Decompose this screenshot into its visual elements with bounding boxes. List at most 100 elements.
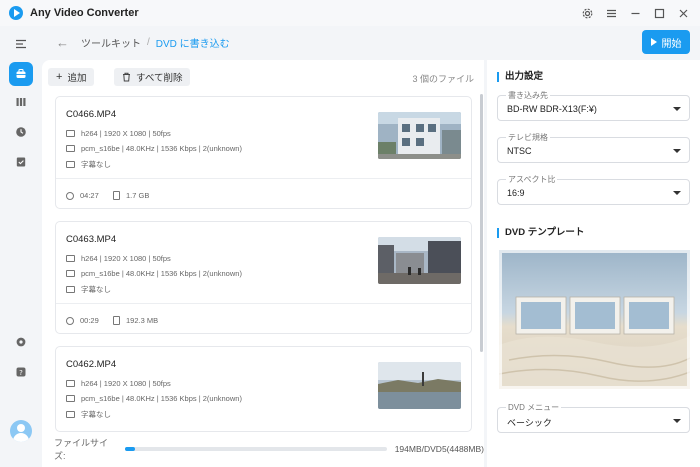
file-size-icon — [113, 191, 120, 200]
title-bar: Any Video Converter — [0, 0, 700, 26]
help-icon[interactable]: ? — [9, 360, 33, 384]
chevron-down-icon — [673, 107, 681, 111]
size-info: 1.7 GB — [113, 191, 149, 200]
clock-icon — [66, 316, 74, 325]
add-button-label: 追加 — [67, 73, 87, 84]
duration-text: 00:29 — [80, 316, 99, 325]
audio-icon — [66, 270, 75, 277]
tv-standard-value: NTSC — [507, 146, 532, 156]
video-thumbnail[interactable] — [378, 362, 461, 409]
audio-icon — [66, 145, 75, 152]
back-arrow-icon[interactable]: ← — [56, 35, 69, 50]
writer-label: 書き込み先 — [506, 90, 550, 101]
output-settings-panel: 出力設定 書き込み先 BD-RW BDR-X13(F:¥) テレビ規格 NTSC… — [487, 60, 700, 467]
left-sidebar: ? — [0, 26, 42, 467]
subtitle-icon — [66, 161, 75, 168]
file-size-label: ファイルサイズ: — [54, 438, 109, 461]
settings-icon[interactable] — [576, 2, 598, 24]
breadcrumb-toolkit[interactable]: ツールキット — [81, 35, 141, 50]
file-size-bar: ファイルサイズ: 194MB/DVD5(4488MB) — [54, 438, 484, 461]
audio-info: pcm_s16be | 48.0KHz | 1536 Kbps | 2(unkn… — [66, 394, 242, 403]
play-icon — [650, 38, 657, 46]
svg-text:?: ? — [19, 369, 23, 377]
delete-all-button[interactable]: すべて削除 — [114, 68, 191, 86]
video-info-text: h264 | 1920 X 1080 | 50fps — [81, 379, 171, 388]
size-info: 192.3 MB — [113, 316, 158, 325]
start-button-label: 開始 — [661, 38, 682, 50]
collapse-menu-icon[interactable] — [9, 32, 33, 56]
file-name: C0463.MP4 — [66, 234, 117, 245]
user-avatar[interactable] — [10, 420, 32, 442]
video-icon — [66, 255, 75, 262]
close-icon[interactable] — [672, 2, 694, 24]
tv-standard-label: テレビ規格 — [506, 132, 550, 143]
file-card[interactable]: C0463.MP4 h264 | 1920 X 1080 | 50fps pcm… — [55, 221, 472, 334]
file-name: C0462.MP4 — [66, 359, 117, 370]
audio-info-text: pcm_s16be | 48.0KHz | 1536 Kbps | 2(unkn… — [81, 394, 242, 403]
aspect-ratio-value: 16:9 — [507, 188, 525, 198]
trash-icon — [123, 72, 130, 82]
history-icon[interactable] — [9, 120, 33, 144]
output-settings-title: 出力設定 — [497, 72, 543, 82]
video-info: h264 | 1920 X 1080 | 50fps — [66, 129, 171, 138]
writer-select[interactable]: 書き込み先 BD-RW BDR-X13(F:¥) — [497, 90, 690, 121]
card-divider — [56, 178, 471, 179]
dvd-template-title: DVD テンプレート — [497, 228, 584, 238]
window-controls — [574, 0, 694, 26]
file-size-progress-fill — [124, 447, 136, 451]
dvd-menu-value: ベーシック — [507, 418, 552, 428]
video-icon — [66, 380, 75, 387]
subtitle-info: 字幕なし — [66, 284, 111, 295]
file-name: C0466.MP4 — [66, 109, 117, 120]
video-info: h264 | 1920 X 1080 | 50fps — [66, 379, 171, 388]
add-button[interactable]: + 追加 — [48, 68, 95, 86]
size-text: 192.3 MB — [126, 316, 159, 325]
tasks-icon[interactable] — [9, 150, 33, 174]
toolkit-icon[interactable] — [9, 62, 33, 86]
card-divider — [56, 303, 471, 304]
chevron-down-icon — [673, 419, 681, 423]
audio-info-text: pcm_s16be | 48.0KHz | 1536 Kbps | 2(unkn… — [81, 269, 242, 278]
duration-info: 04:27 — [66, 191, 99, 200]
audio-info-text: pcm_s16be | 48.0KHz | 1536 Kbps | 2(unkn… — [81, 144, 242, 153]
duration-text: 04:27 — [80, 191, 99, 200]
aspect-ratio-label: アスペクト比 — [506, 174, 558, 185]
app-logo-icon — [9, 6, 23, 20]
library-icon[interactable] — [9, 90, 33, 114]
subtitle-info-text: 字幕なし — [81, 285, 111, 294]
aspect-ratio-select[interactable]: アスペクト比 16:9 — [497, 174, 690, 205]
file-card[interactable]: C0462.MP4 h264 | 1920 X 1080 | 50fps pcm… — [55, 346, 472, 432]
video-info: h264 | 1920 X 1080 | 50fps — [66, 254, 171, 263]
video-icon — [66, 130, 75, 137]
file-size-caption: 194MB/DVD5(4488MB) — [394, 444, 484, 454]
writer-value: BD-RW BDR-X13(F:¥) — [507, 104, 597, 114]
settings-gear-icon[interactable] — [9, 330, 33, 354]
video-thumbnail[interactable] — [378, 237, 461, 284]
chevron-down-icon — [673, 191, 681, 195]
plus-icon: + — [56, 71, 63, 83]
video-info-text: h264 | 1920 X 1080 | 50fps — [81, 129, 171, 138]
dvd-template-preview[interactable] — [499, 250, 690, 389]
duration-info: 00:29 — [66, 316, 99, 325]
app-title: Any Video Converter — [30, 7, 139, 19]
audio-icon — [66, 395, 75, 402]
subtitle-icon — [66, 286, 75, 293]
clock-icon — [66, 191, 74, 200]
video-info-text: h264 | 1920 X 1080 | 50fps — [81, 254, 171, 263]
file-card[interactable]: C0466.MP4 h264 | 1920 X 1080 | 50fps pcm… — [55, 96, 472, 209]
breadcrumb-separator: / — [147, 36, 150, 48]
maximize-icon[interactable] — [648, 2, 670, 24]
tv-standard-select[interactable]: テレビ規格 NTSC — [497, 132, 690, 163]
minimize-icon[interactable] — [624, 2, 646, 24]
file-list-panel: + 追加 すべて削除 3 個のファイル C0466.MP4 h264 | 192… — [42, 60, 484, 467]
video-thumbnail[interactable] — [378, 112, 461, 159]
audio-info: pcm_s16be | 48.0KHz | 1536 Kbps | 2(unkn… — [66, 269, 242, 278]
start-button[interactable]: 開始 — [642, 30, 690, 54]
subtitle-icon — [66, 411, 75, 418]
file-list-scrollbar[interactable] — [480, 94, 483, 352]
breadcrumb-current: DVD に書き込む — [155, 38, 230, 50]
menu-icon[interactable] — [600, 2, 622, 24]
chevron-down-icon — [673, 149, 681, 153]
subtitle-info: 字幕なし — [66, 409, 111, 420]
dvd-menu-select[interactable]: DVD メニュー ベーシック — [497, 402, 690, 433]
